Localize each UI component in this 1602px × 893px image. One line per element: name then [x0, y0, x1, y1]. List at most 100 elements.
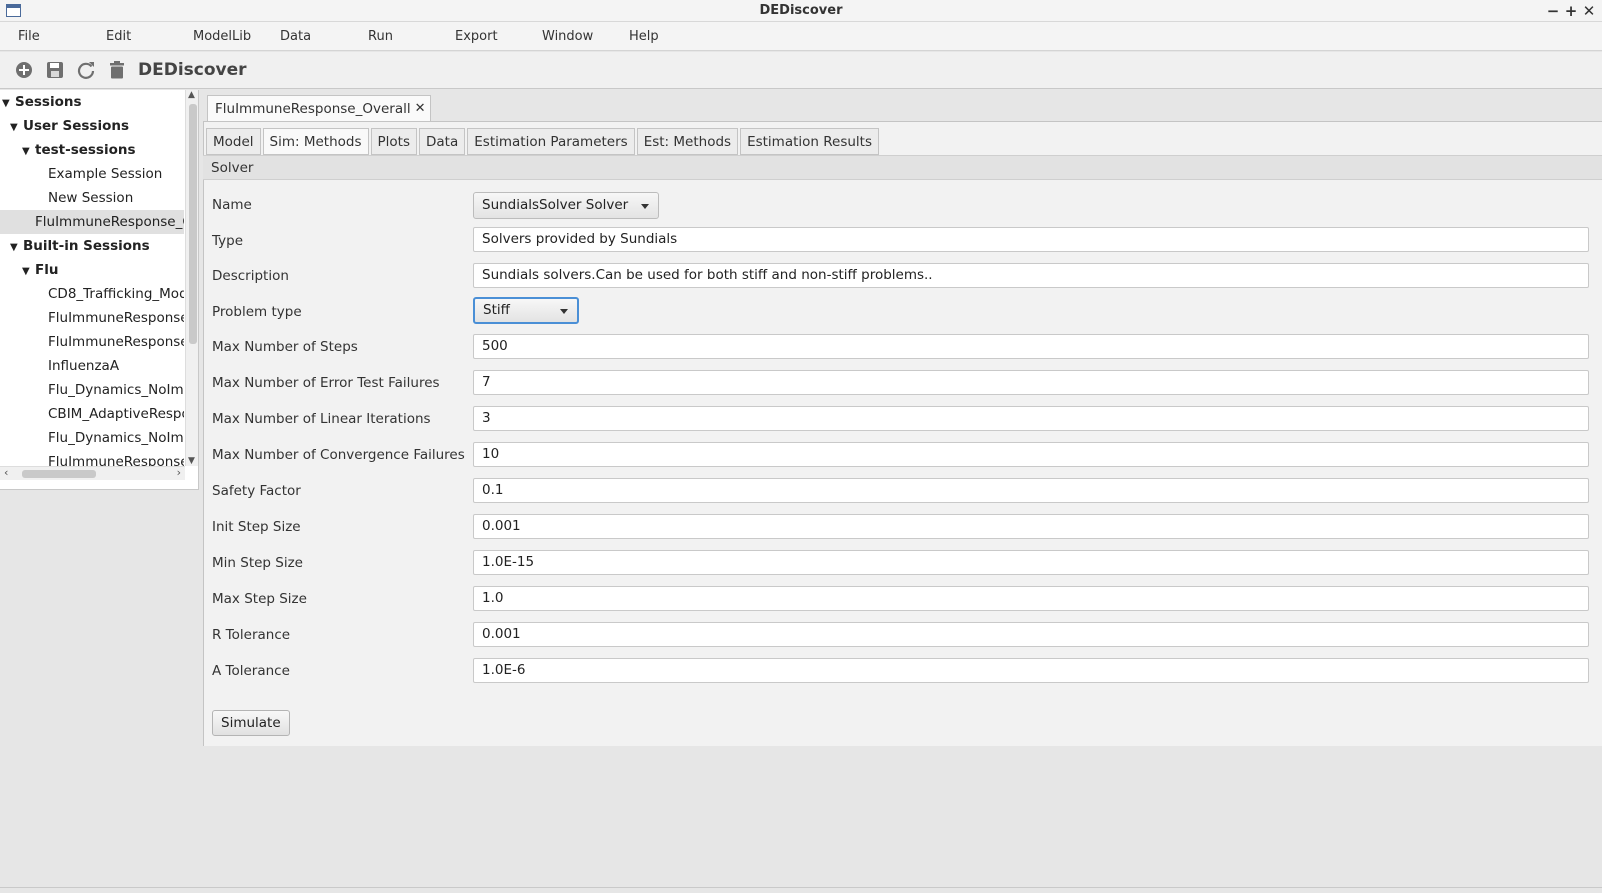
subtab-bar: Model Sim: Methods Plots Data Estimation… [206, 128, 880, 155]
tree-item[interactable]: CD8_Trafficking_Mod [0, 282, 184, 306]
menu-window[interactable]: Window [542, 29, 593, 44]
tab-est-methods[interactable]: Est: Methods [636, 128, 739, 155]
minimize-icon[interactable]: − [1546, 1, 1560, 21]
tree-item[interactable]: InfluenzaA [0, 354, 184, 378]
tab-plots[interactable]: Plots [370, 128, 418, 155]
init-step-size-label: Init Step Size [212, 519, 301, 535]
r-tolerance-field[interactable]: 0.001 [473, 622, 1589, 647]
tree-item-label: User Sessions [23, 118, 130, 134]
document-tab[interactable]: FluImmuneResponse_Overall ✕ [207, 95, 431, 121]
tree-item[interactable]: FluImmuneResponse [0, 306, 184, 330]
scroll-down-icon[interactable]: ▼ [188, 456, 195, 466]
status-divider [0, 887, 1602, 888]
a-tolerance-label: A Tolerance [212, 663, 290, 679]
tree-item[interactable]: FluImmuneResponse [0, 330, 184, 354]
solver-name-select[interactable]: SundialsSolver Solver [473, 192, 659, 219]
tree-item-label: FluImmuneResponse [48, 310, 184, 326]
r-tolerance-label: R Tolerance [212, 627, 291, 643]
tree-item[interactable]: ▼ Built-in Sessions [0, 234, 184, 258]
menu-data[interactable]: Data [280, 29, 311, 44]
expand-arrow-icon[interactable]: ▼ [10, 116, 20, 138]
tree-item-label: FluImmuneResponse_C [35, 214, 184, 230]
expand-arrow-icon[interactable]: ▼ [22, 140, 32, 162]
tree-item-label: CBIM_AdaptiveRespo [48, 406, 184, 422]
close-icon[interactable]: ✕ [1582, 1, 1596, 21]
tree-item[interactable]: ▼ test-sessions [0, 138, 184, 162]
problem-type-label: Problem type [212, 304, 302, 320]
menu-help[interactable]: Help [629, 29, 659, 44]
scroll-up-icon[interactable]: ▲ [188, 90, 195, 100]
simulate-button[interactable]: Simulate [212, 710, 290, 736]
menu-modellib[interactable]: ModelLib [193, 29, 251, 44]
type-field[interactable]: Solvers provided by Sundials [473, 227, 1589, 252]
vertical-scroll-thumb[interactable] [189, 104, 197, 344]
document-tab-label: FluImmuneResponse_Overall [215, 100, 411, 117]
tab-sim-methods[interactable]: Sim: Methods [262, 128, 369, 155]
tab-estimation-parameters[interactable]: Estimation Parameters [467, 128, 635, 155]
max-step-size-label: Max Step Size [212, 591, 307, 607]
max-convergence-failures-field[interactable]: 10 [473, 442, 1589, 467]
problem-type-value: Stiff [483, 302, 510, 318]
init-step-size-field[interactable]: 0.001 [473, 514, 1589, 539]
main-panel [203, 121, 1602, 746]
problem-type-select[interactable]: Stiff [473, 297, 579, 324]
chevron-down-icon [560, 309, 568, 314]
add-icon[interactable] [14, 60, 34, 80]
max-error-test-failures-label: Max Number of Error Test Failures [212, 375, 440, 391]
max-convergence-failures-label: Max Number of Convergence Failures [212, 447, 465, 463]
tree-vertical-scrollbar[interactable]: ▲ ▼ [185, 90, 198, 466]
min-step-size-field[interactable]: 1.0E-15 [473, 550, 1589, 575]
menu-export[interactable]: Export [455, 29, 498, 44]
tree-item[interactable]: Example Session [0, 162, 184, 186]
tree-item[interactable]: Flu_Dynamics_NoImr [0, 378, 184, 402]
description-label: Description [212, 268, 289, 284]
tree-item-label: Built-in Sessions [23, 238, 150, 254]
expand-arrow-icon[interactable]: ▼ [2, 92, 12, 114]
tree-item[interactable]: FluImmuneResponse_C [0, 210, 184, 234]
refresh-icon[interactable] [76, 60, 96, 80]
menu-edit[interactable]: Edit [106, 29, 131, 44]
window-controls: − + ✕ [1546, 1, 1596, 21]
tree-item[interactable]: ▼ User Sessions [0, 114, 184, 138]
type-label: Type [212, 233, 244, 249]
safety-factor-label: Safety Factor [212, 483, 301, 499]
min-step-size-label: Min Step Size [212, 555, 303, 571]
max-steps-field[interactable]: 500 [473, 334, 1589, 359]
max-error-test-failures-field[interactable]: 7 [473, 370, 1589, 395]
tree-item-label: CD8_Trafficking_Mod [48, 286, 184, 302]
name-label: Name [212, 197, 252, 213]
description-field[interactable]: Sundials solvers.Can be used for both st… [473, 263, 1589, 288]
tree-item-label: Sessions [15, 94, 82, 110]
max-step-size-field[interactable]: 1.0 [473, 586, 1589, 611]
a-tolerance-field[interactable]: 1.0E-6 [473, 658, 1589, 683]
tree-item[interactable]: ▼ Sessions [0, 90, 184, 114]
horizontal-scroll-thumb[interactable] [22, 470, 96, 478]
scroll-left-icon[interactable]: ‹ [4, 466, 8, 479]
menu-run[interactable]: Run [368, 29, 393, 44]
tree-item-label: test-sessions [35, 142, 136, 158]
tree-horizontal-scrollbar[interactable]: ‹ › [0, 466, 185, 480]
solver-name-value: SundialsSolver Solver [482, 197, 629, 213]
tree-item-label: Flu_Dynamics_NoImr [48, 430, 184, 446]
window-title: DEDiscover [759, 3, 843, 18]
chevron-down-icon [641, 204, 649, 209]
tab-model[interactable]: Model [206, 128, 261, 155]
tab-estimation-results[interactable]: Estimation Results [740, 128, 880, 155]
scroll-right-icon[interactable]: › [177, 466, 181, 479]
save-icon[interactable] [45, 60, 65, 80]
tree-item[interactable]: ▼ Flu [0, 258, 184, 282]
solver-section-header: Solver [203, 155, 1602, 180]
tab-data[interactable]: Data [419, 128, 466, 155]
safety-factor-field[interactable]: 0.1 [473, 478, 1589, 503]
menu-file[interactable]: File [18, 29, 40, 44]
maximize-icon[interactable]: + [1564, 1, 1578, 21]
expand-arrow-icon[interactable]: ▼ [10, 236, 20, 258]
max-linear-iterations-field[interactable]: 3 [473, 406, 1589, 431]
expand-arrow-icon[interactable]: ▼ [22, 260, 32, 282]
close-tab-icon[interactable]: ✕ [415, 97, 426, 121]
tree-item[interactable]: CBIM_AdaptiveRespo [0, 402, 184, 426]
tree-item[interactable]: New Session [0, 186, 184, 210]
trash-icon[interactable] [107, 60, 127, 80]
tree-item[interactable]: Flu_Dynamics_NoImr [0, 426, 184, 450]
menu-bar: File Edit ModelLib Data Run Export Windo… [0, 22, 1602, 51]
